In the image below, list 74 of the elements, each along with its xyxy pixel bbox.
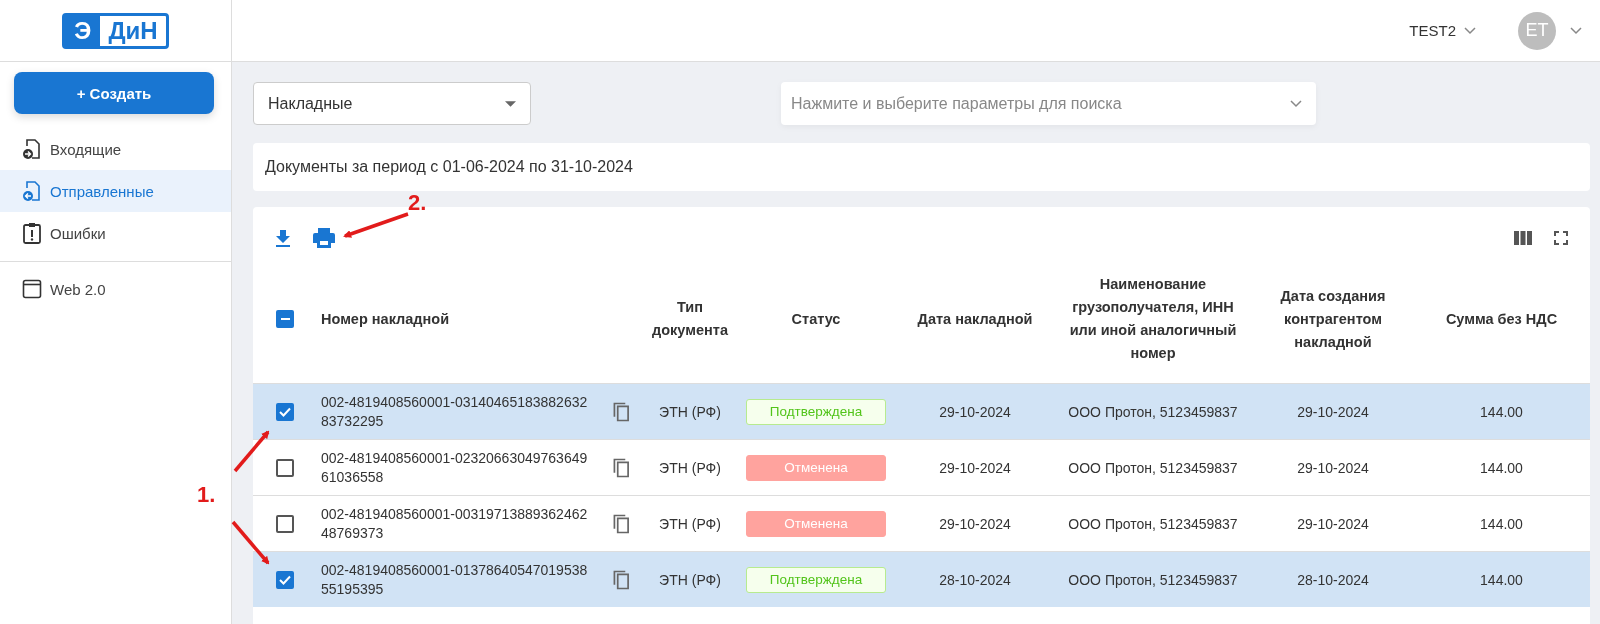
status-badge: Отменена bbox=[746, 510, 886, 537]
table-cell-text: 002-4819408560001-0137864054701953855195395 bbox=[321, 560, 589, 599]
columns-icon[interactable] bbox=[1514, 231, 1532, 245]
table-cell-text: 002-4819408560001-0232066304976364961036558 bbox=[321, 448, 589, 487]
table-cell: 29-10-2024 bbox=[1297, 515, 1369, 532]
table-cell: ООО Протон, 5123459837 bbox=[1068, 403, 1238, 420]
create-button[interactable]: + Создать bbox=[14, 72, 214, 114]
annotation-label: 1. bbox=[197, 482, 216, 508]
status-badge: Подтверждена bbox=[746, 566, 886, 593]
column-header: Номер накладной bbox=[321, 309, 450, 329]
column-header: Сумма без НДС bbox=[1445, 309, 1558, 329]
account-dropdown[interactable]: TEST2 bbox=[1403, 21, 1482, 40]
sidebar-item[interactable]: Входящие bbox=[0, 128, 231, 170]
clipboard-alert-icon bbox=[22, 222, 42, 244]
table-cell: 29-10-2024 bbox=[939, 459, 1011, 476]
copy-icon[interactable] bbox=[612, 513, 630, 534]
table-cell: ЭТН (РФ) bbox=[659, 459, 721, 476]
fullscreen-icon[interactable] bbox=[1554, 231, 1568, 245]
status-badge: Подтверждена bbox=[746, 398, 886, 425]
table-cell: 28-10-2024 bbox=[939, 571, 1011, 588]
table-row[interactable]: 002-4819408560001-0137864054701953855195395 ЭТН (РФ) Подтверждена 28-10-2024 ООО Протон, 5123459837 28-10-2024 144.00 bbox=[253, 551, 1590, 607]
row-checkbox[interactable] bbox=[276, 570, 294, 589]
column-header: Дата создания контрагентом накладной bbox=[1279, 286, 1387, 352]
column-header: Статус bbox=[791, 309, 841, 329]
copy-icon[interactable] bbox=[612, 569, 630, 590]
window-icon bbox=[22, 279, 42, 299]
table-cell: 29-10-2024 bbox=[939, 403, 1011, 420]
status-badge: Отменена bbox=[746, 454, 886, 481]
column-header: Дата накладной bbox=[917, 309, 1033, 329]
sidebar-item[interactable]: Web 2.0 bbox=[0, 268, 231, 310]
annotation-arrow bbox=[231, 520, 270, 565]
chevron-down-icon bbox=[1464, 26, 1476, 35]
chevron-down-icon bbox=[1290, 100, 1302, 108]
column-header: Тип документа bbox=[651, 298, 729, 340]
row-checkbox[interactable] bbox=[276, 514, 294, 533]
table-cell: ООО Протон, 5123459837 bbox=[1068, 571, 1238, 588]
document-arrow-icon bbox=[22, 138, 42, 160]
table-cell: 29-10-2024 bbox=[1297, 403, 1369, 420]
select-all-checkbox[interactable] bbox=[276, 310, 294, 328]
annotation-arrow bbox=[343, 212, 409, 238]
sidebar-item[interactable]: Ошибки bbox=[0, 212, 231, 254]
table-cell: 144.00 bbox=[1480, 571, 1523, 588]
table-cell: 29-10-2024 bbox=[939, 515, 1011, 532]
table-row[interactable]: 002-4819408560001-0232066304976364961036558 ЭТН (РФ) Отменена 29-10-2024 ООО Протон, 5123459837 29-10-2024 144.00 bbox=[253, 439, 1590, 495]
table-cell: 29-10-2024 bbox=[1297, 459, 1369, 476]
print-icon[interactable] bbox=[313, 228, 335, 248]
download-icon[interactable] bbox=[275, 229, 291, 247]
period-text: Документы за период с 01-06-2024 по 31-10-2024 bbox=[265, 158, 633, 176]
table-cell: ООО Протон, 5123459837 bbox=[1068, 459, 1238, 476]
copy-icon[interactable] bbox=[612, 457, 630, 478]
table-cell-text: 002-4819408560001-0031971388936246248769373 bbox=[321, 504, 589, 543]
logo: Э ДиН bbox=[62, 12, 169, 49]
annotation-label: 2. bbox=[408, 190, 427, 216]
table-cell: 28-10-2024 bbox=[1297, 571, 1369, 588]
table-row[interactable]: 002-4819408560001-0314046518388263283732295 ЭТН (РФ) Подтверждена 29-10-2024 ООО Протон, 5123459837 29-10-2024 144.00 bbox=[253, 383, 1590, 439]
table-cell: ЭТН (РФ) bbox=[659, 571, 721, 588]
table-cell: 144.00 bbox=[1480, 459, 1523, 476]
search-field[interactable]: Нажмите и выберите параметры для поиска bbox=[781, 82, 1316, 125]
table-cell: ЭТН (РФ) bbox=[659, 515, 721, 532]
table-cell: 144.00 bbox=[1480, 403, 1523, 420]
document-type-dropdown[interactable]: Накладные bbox=[253, 82, 531, 125]
table-cell: ЭТН (РФ) bbox=[659, 403, 721, 420]
table-cell: 144.00 bbox=[1480, 515, 1523, 532]
row-checkbox[interactable] bbox=[276, 458, 294, 477]
table-cell-text: 002-4819408560001-0314046518388263283732295 bbox=[321, 392, 589, 431]
annotation-arrow bbox=[233, 430, 270, 473]
document-arrow-icon bbox=[22, 180, 42, 202]
sidebar-item[interactable]: Отправленные bbox=[0, 170, 231, 212]
copy-icon[interactable] bbox=[612, 401, 630, 422]
chevron-down-icon[interactable] bbox=[1570, 26, 1582, 35]
caret-down-icon bbox=[505, 100, 516, 107]
row-checkbox[interactable] bbox=[276, 402, 294, 421]
table-cell: ООО Протон, 5123459837 bbox=[1068, 515, 1238, 532]
column-header: Наименование грузополучателя, ИНН или иной аналогичный номер bbox=[1068, 275, 1238, 363]
